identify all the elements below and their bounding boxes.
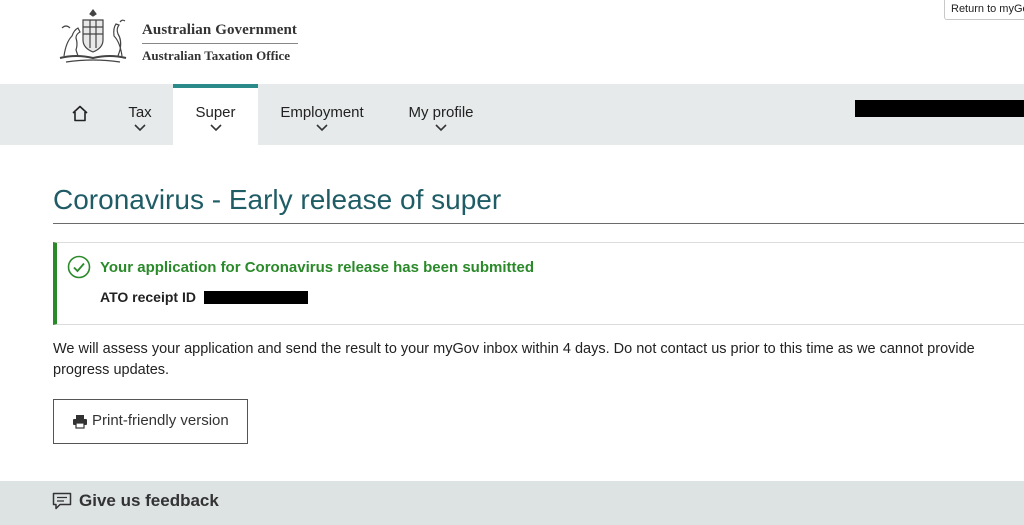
- nav-tax[interactable]: Tax: [118, 84, 162, 145]
- nav-home[interactable]: [66, 84, 94, 145]
- feedback-bar[interactable]: Give us feedback: [0, 481, 1024, 525]
- page-title: Coronavirus - Early release of super: [53, 184, 502, 215]
- nav-my-profile-label: My profile: [408, 104, 474, 121]
- home-icon: [72, 105, 88, 122]
- printer-icon: [73, 415, 87, 429]
- return-to-mygov-link[interactable]: Return to myGov: [944, 0, 1024, 20]
- nav-super[interactable]: Super: [173, 84, 258, 145]
- agency-name: Australian Taxation Office: [142, 48, 291, 63]
- comment-icon: [52, 492, 72, 510]
- chevron-down-icon: [134, 124, 146, 132]
- receipt-label: ATO receipt ID: [100, 289, 196, 305]
- redacted-user-name: [855, 100, 1024, 117]
- redacted-receipt-id: [204, 291, 308, 304]
- chevron-down-icon: [435, 124, 447, 132]
- title-divider: [53, 223, 1024, 224]
- success-alert: Your application for Coronavirus release…: [53, 242, 1024, 325]
- coat-of-arms-logo[interactable]: [52, 6, 134, 68]
- nav-employment-label: Employment: [280, 104, 364, 121]
- nav-employment[interactable]: Employment: [272, 84, 372, 145]
- check-circle-icon: [67, 255, 91, 279]
- print-friendly-label: Print-friendly version: [92, 412, 229, 429]
- logo-divider: [142, 43, 298, 44]
- print-friendly-button[interactable]: Print-friendly version: [53, 399, 248, 444]
- page: Australian Government Australian Taxatio…: [0, 0, 1024, 525]
- chevron-down-icon: [316, 124, 328, 132]
- nav-super-label: Super: [195, 104, 236, 121]
- alert-heading: Your application for Coronavirus release…: [100, 259, 534, 276]
- government-name: Australian Government: [142, 22, 298, 38]
- nav-my-profile[interactable]: My profile: [400, 84, 482, 145]
- chevron-down-icon: [209, 124, 222, 132]
- nav-tax-label: Tax: [128, 104, 152, 121]
- feedback-label: Give us feedback: [79, 491, 219, 510]
- site-header: Australian Government Australian Taxatio…: [0, 0, 1024, 84]
- assessment-message: We will assess your application and send…: [53, 341, 975, 378]
